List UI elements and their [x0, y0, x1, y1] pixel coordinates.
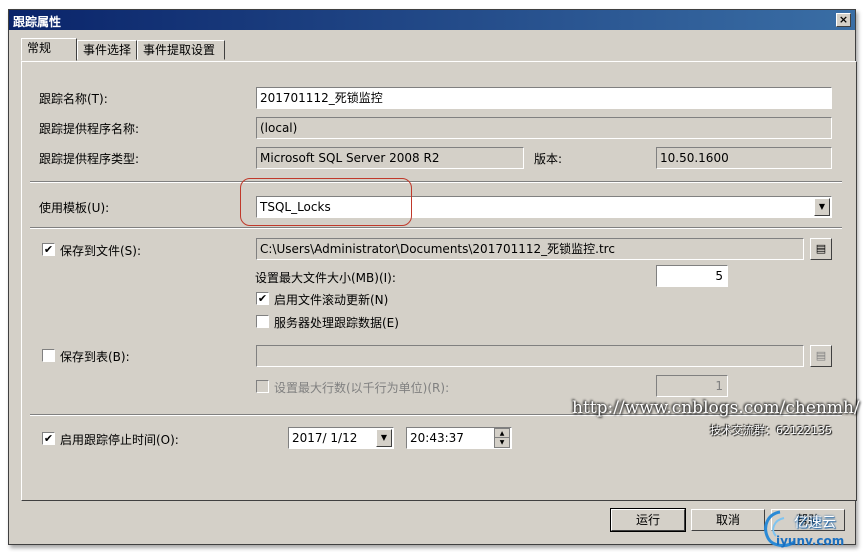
max-file-size-input[interactable]: 5: [656, 265, 728, 287]
server-process-label: 服务器处理跟踪数据(E): [274, 316, 399, 330]
trace-name-input[interactable]: 201701112_死锁监控: [256, 87, 832, 109]
rollover-label: 启用文件滚动更新(N): [274, 293, 389, 307]
watermark-qq: 技术交流群：62122135: [710, 424, 832, 437]
rollover-checkbox[interactable]: ✔: [256, 292, 269, 305]
version-label: 版本:: [534, 152, 563, 166]
table-field: [256, 345, 804, 367]
site-logo: 亿速云 iyunv.com: [760, 506, 860, 550]
save-to-file-label: 保存到文件(S):: [60, 244, 142, 258]
stop-date-value: 2017/ 1/12: [292, 431, 358, 445]
provider-name-field: (local): [256, 117, 832, 139]
logo-url: iyunv.com: [776, 534, 845, 548]
tab-general[interactable]: 常规: [21, 38, 77, 61]
save-to-file-checkbox[interactable]: ✔: [42, 243, 55, 256]
logo-text: 亿速云: [794, 515, 836, 531]
max-rows-label: 设置最大行数(以千行为单位)(R):: [274, 381, 450, 395]
max-rows-field: 1: [656, 375, 728, 397]
tab-events-selection[interactable]: 事件选择: [77, 40, 137, 60]
time-spinner[interactable]: ▲ ▼: [494, 428, 510, 448]
run-button[interactable]: 运行: [610, 508, 686, 532]
server-process-checkbox[interactable]: [256, 315, 269, 328]
version-field: 10.50.1600: [656, 147, 832, 169]
max-file-size-label: 设置最大文件大小(MB)(I):: [255, 271, 396, 285]
browse-table-icon: ▤: [810, 345, 832, 367]
template-highlight-annotation: [240, 178, 412, 226]
trace-name-label: 跟踪名称(T):: [39, 92, 108, 106]
close-icon[interactable]: ×: [836, 13, 851, 27]
spin-down-icon[interactable]: ▼: [495, 438, 509, 447]
stop-time-label: 启用跟踪停止时间(O):: [60, 433, 179, 447]
stop-time-checkbox[interactable]: ✔: [42, 432, 55, 445]
stop-time-value: 20:43:37: [410, 431, 464, 445]
template-label: 使用模板(U):: [39, 201, 110, 215]
save-to-table-checkbox[interactable]: [42, 349, 55, 362]
provider-type-field: Microsoft SQL Server 2008 R2: [256, 147, 524, 169]
window-title: 跟踪属性: [13, 15, 62, 29]
spin-up-icon[interactable]: ▲: [495, 429, 509, 438]
max-rows-checkbox: [256, 380, 269, 393]
chevron-down-icon[interactable]: ▼: [814, 198, 830, 216]
cancel-button[interactable]: 取消: [691, 509, 765, 531]
browse-file-icon[interactable]: ▤: [810, 238, 832, 260]
title-bar: 跟踪属性 ×: [9, 10, 855, 30]
separator: [30, 227, 842, 229]
chevron-down-icon[interactable]: ▼: [376, 429, 392, 447]
save-to-table-label: 保存到表(B):: [60, 350, 130, 364]
tab-events-extraction[interactable]: 事件提取设置: [137, 40, 225, 60]
provider-type-label: 跟踪提供程序类型:: [39, 152, 140, 166]
provider-name-label: 跟踪提供程序名称:: [39, 122, 140, 136]
watermark-url: http://www.cnblogs.com/chenmh/: [572, 398, 860, 418]
trace-properties-dialog: 跟踪属性 × 常规 事件选择 事件提取设置 跟踪名称(T): 201701112…: [8, 9, 857, 545]
separator: [30, 181, 842, 183]
file-path-field: C:\Users\Administrator\Documents\2017011…: [256, 238, 804, 260]
